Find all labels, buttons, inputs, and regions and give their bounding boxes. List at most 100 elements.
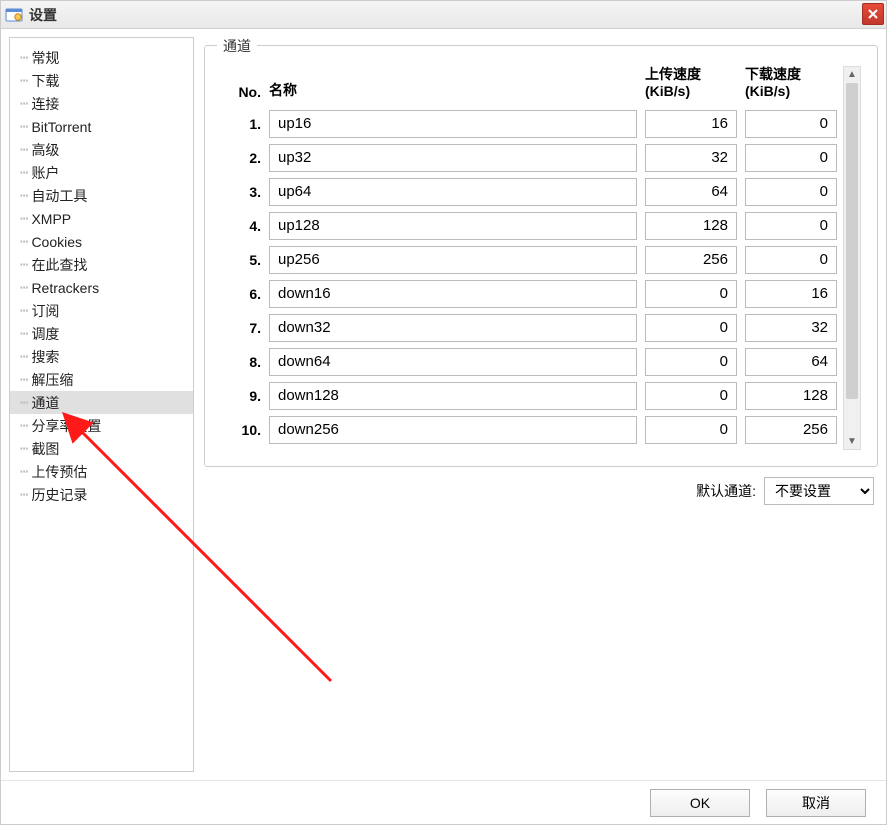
default-channel-label: 默认通道: [696, 481, 756, 501]
sidebar-item[interactable]: ⋯订阅 [10, 299, 193, 322]
sidebar-item[interactable]: ⋯分享率设置 [10, 414, 193, 437]
ok-button[interactable]: OK [650, 789, 750, 817]
channel-name-input[interactable] [269, 178, 637, 206]
sidebar-item-label: Cookies [31, 234, 82, 250]
upload-speed-input[interactable] [645, 212, 737, 240]
channel-name-input[interactable] [269, 348, 637, 376]
default-channel-select[interactable]: 不要设置 [764, 477, 874, 505]
sidebar-item[interactable]: ⋯Retrackers [10, 276, 193, 299]
table-row: 8. [221, 348, 837, 376]
table-row: 3. [221, 178, 837, 206]
tree-dots-icon: ⋯ [20, 211, 27, 227]
sidebar-item[interactable]: ⋯调度 [10, 322, 193, 345]
header-name: 名称 [269, 80, 637, 100]
table-row: 1. [221, 110, 837, 138]
upload-speed-input[interactable] [645, 110, 737, 138]
sidebar-item[interactable]: ⋯下载 [10, 69, 193, 92]
sidebar-item-label: 上传预估 [31, 462, 87, 482]
tree-dots-icon: ⋯ [20, 73, 27, 89]
scrollbar[interactable]: ▲ ▼ [843, 66, 861, 450]
upload-speed-input[interactable] [645, 280, 737, 308]
table-row: 5. [221, 246, 837, 274]
sidebar-item[interactable]: ⋯自动工具 [10, 184, 193, 207]
sidebar-item[interactable]: ⋯截图 [10, 437, 193, 460]
tree-dots-icon: ⋯ [20, 165, 27, 181]
tree-dots-icon: ⋯ [20, 96, 27, 112]
sidebar-item-label: 高级 [31, 140, 59, 160]
sidebar-item[interactable]: ⋯历史记录 [10, 483, 193, 506]
sidebar-item[interactable]: ⋯高级 [10, 138, 193, 161]
sidebar-item-label: 订阅 [31, 301, 59, 321]
sidebar-item-label: 截图 [31, 439, 59, 459]
row-number: 7. [221, 320, 261, 336]
channel-name-input[interactable] [269, 382, 637, 410]
upload-speed-input[interactable] [645, 348, 737, 376]
scroll-thumb[interactable] [846, 83, 858, 399]
footer: OK 取消 [1, 780, 886, 824]
row-number: 5. [221, 252, 261, 268]
sidebar-item-label: 调度 [31, 324, 59, 344]
row-number: 3. [221, 184, 261, 200]
row-number: 8. [221, 354, 261, 370]
window-title: 设置 [29, 5, 57, 25]
tree-dots-icon: ⋯ [20, 464, 27, 480]
table-row: 10. [221, 416, 837, 444]
sidebar-item[interactable]: ⋯搜索 [10, 345, 193, 368]
sidebar-item-label: 常规 [31, 48, 59, 68]
app-icon [5, 6, 23, 24]
tree-dots-icon: ⋯ [20, 395, 27, 411]
sidebar-item[interactable]: ⋯在此查找 [10, 253, 193, 276]
download-speed-input[interactable] [745, 416, 837, 444]
channel-name-input[interactable] [269, 246, 637, 274]
channel-name-input[interactable] [269, 314, 637, 342]
sidebar-item[interactable]: ⋯Cookies [10, 230, 193, 253]
settings-window: 设置 ⋯常规⋯下载⋯连接⋯BitTorrent⋯高级⋯账户⋯自动工具⋯XMPP⋯… [0, 0, 887, 825]
download-speed-input[interactable] [745, 178, 837, 206]
channel-name-input[interactable] [269, 416, 637, 444]
download-speed-input[interactable] [745, 314, 837, 342]
sidebar-item[interactable]: ⋯通道 [10, 391, 193, 414]
upload-speed-input[interactable] [645, 416, 737, 444]
channel-name-input[interactable] [269, 280, 637, 308]
channel-name-input[interactable] [269, 212, 637, 240]
sidebar-item[interactable]: ⋯账户 [10, 161, 193, 184]
row-number: 4. [221, 218, 261, 234]
upload-speed-input[interactable] [645, 246, 737, 274]
upload-speed-input[interactable] [645, 382, 737, 410]
row-number: 6. [221, 286, 261, 302]
sidebar-item[interactable]: ⋯BitTorrent [10, 115, 193, 138]
tree-dots-icon: ⋯ [20, 441, 27, 457]
close-button[interactable] [862, 3, 884, 25]
tree-dots-icon: ⋯ [20, 50, 27, 66]
header-upload: 上传速度 (KiB/s) [645, 66, 737, 100]
sidebar-item-label: 在此查找 [31, 255, 87, 275]
download-speed-input[interactable] [745, 246, 837, 274]
cancel-button[interactable]: 取消 [766, 789, 866, 817]
download-speed-input[interactable] [745, 144, 837, 172]
row-number: 9. [221, 388, 261, 404]
tree-dots-icon: ⋯ [20, 142, 27, 158]
sidebar-item-label: 下载 [31, 71, 59, 91]
main-panel: 通道 No. 名称 上传速度 (KiB/s) 下载速度 (KiB/s) 1.2.… [204, 37, 878, 772]
channel-name-input[interactable] [269, 110, 637, 138]
scroll-down-icon[interactable]: ▼ [847, 436, 857, 447]
sidebar-item[interactable]: ⋯解压缩 [10, 368, 193, 391]
sidebar-item[interactable]: ⋯XMPP [10, 207, 193, 230]
default-channel-row: 默认通道: 不要设置 [204, 477, 878, 505]
sidebar-item[interactable]: ⋯常规 [10, 46, 193, 69]
download-speed-input[interactable] [745, 110, 837, 138]
scroll-up-icon[interactable]: ▲ [847, 69, 857, 80]
sidebar-item-label: BitTorrent [31, 119, 91, 135]
upload-speed-input[interactable] [645, 314, 737, 342]
channel-name-input[interactable] [269, 144, 637, 172]
upload-speed-input[interactable] [645, 178, 737, 206]
download-speed-input[interactable] [745, 348, 837, 376]
sidebar-item-label: 账户 [31, 163, 59, 183]
download-speed-input[interactable] [745, 382, 837, 410]
download-speed-input[interactable] [745, 280, 837, 308]
download-speed-input[interactable] [745, 212, 837, 240]
sidebar-item[interactable]: ⋯上传预估 [10, 460, 193, 483]
sidebar-item-label: 通道 [31, 393, 59, 413]
sidebar-item[interactable]: ⋯连接 [10, 92, 193, 115]
upload-speed-input[interactable] [645, 144, 737, 172]
